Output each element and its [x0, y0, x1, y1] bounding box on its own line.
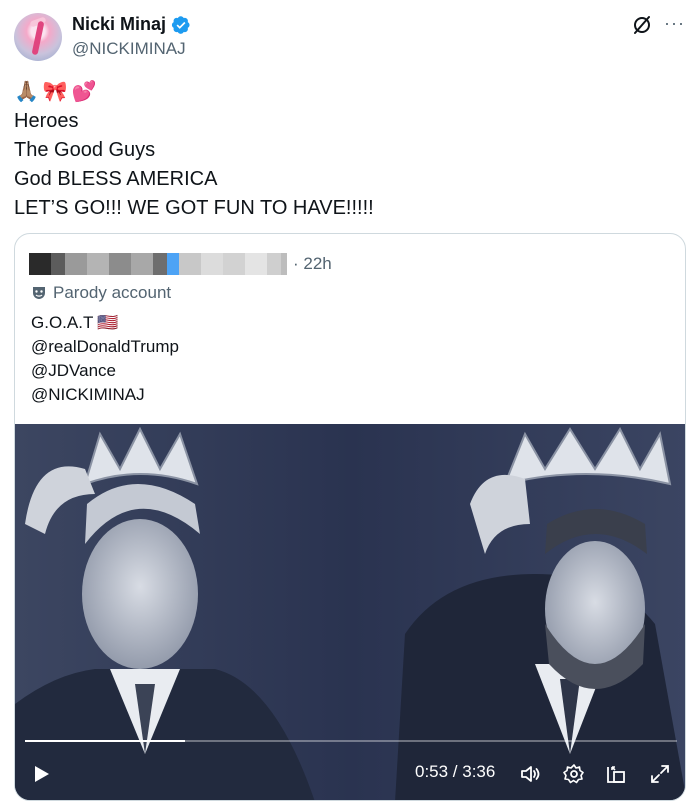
quote-line: G.O.A.T 🇺🇸 — [31, 311, 179, 335]
tweet-line: God BLESS AMERICA — [14, 168, 218, 190]
quote-line[interactable]: @JDVance — [31, 359, 179, 383]
author-name[interactable]: Nicki Minaj — [72, 14, 191, 35]
video-progress-fill — [25, 740, 185, 742]
verified-badge-icon — [171, 15, 190, 34]
parody-mask-icon — [33, 287, 45, 299]
video-frame — [15, 424, 685, 800]
parody-label-text: Parody account — [53, 283, 172, 302]
avatar[interactable] — [14, 13, 62, 61]
video-progress-bar[interactable] — [25, 740, 677, 742]
quoted-tweet-text: G.O.A.T 🇺🇸 @realDonaldTrump @JDVance @NI… — [31, 311, 179, 407]
ribbon-emoji: 🎀 — [42, 80, 68, 103]
video-time: 0:53 / 3:36 — [415, 762, 496, 781]
quote-line[interactable]: @NICKIMINAJ — [31, 383, 179, 407]
quoted-tweet-header: · 22h — [29, 250, 332, 278]
emoji-line: 🙏🏽 🎀 💕 — [14, 78, 97, 104]
volume-icon[interactable] — [519, 763, 541, 785]
fullscreen-icon[interactable] — [649, 763, 671, 785]
settings-icon[interactable] — [563, 763, 585, 785]
quoted-tweet-card[interactable]: · 22h Parody account G.O.A.T 🇺🇸 @realDon… — [14, 233, 686, 801]
author-handle[interactable]: @NICKIMINAJ — [72, 39, 186, 59]
video-player[interactable]: 0:53 / 3:36 — [15, 424, 685, 800]
play-icon[interactable] — [31, 764, 51, 784]
quote-line-text: G.O.A.T — [31, 313, 94, 332]
praying-hands-emoji: 🙏🏽 — [14, 80, 39, 103]
hearts-emoji: 💕 — [71, 80, 97, 103]
author-name-label[interactable]: Nicki Minaj — [72, 14, 166, 35]
tweet-text: Heroes The Good Guys God BLESS AMERICA L… — [14, 107, 374, 223]
tweet-line: Heroes — [14, 110, 79, 132]
pip-icon[interactable] — [605, 763, 627, 785]
grok-icon[interactable] — [631, 14, 653, 36]
tweet-line: The Good Guys — [14, 139, 156, 161]
quoted-tweet-time[interactable]: · 22h — [293, 254, 332, 274]
more-options-icon[interactable]: ··· — [664, 12, 685, 34]
us-flag-emoji: 🇺🇸 — [97, 313, 119, 332]
video-controls: 0:53 / 3:36 — [15, 754, 685, 794]
parody-label: Parody account — [31, 283, 171, 303]
tweet-line: LET’S GO!!! WE GOT FUN TO HAVE!!!!! — [14, 197, 374, 219]
pixelated-author-name — [29, 253, 287, 275]
quote-line[interactable]: @realDonaldTrump — [31, 335, 179, 359]
